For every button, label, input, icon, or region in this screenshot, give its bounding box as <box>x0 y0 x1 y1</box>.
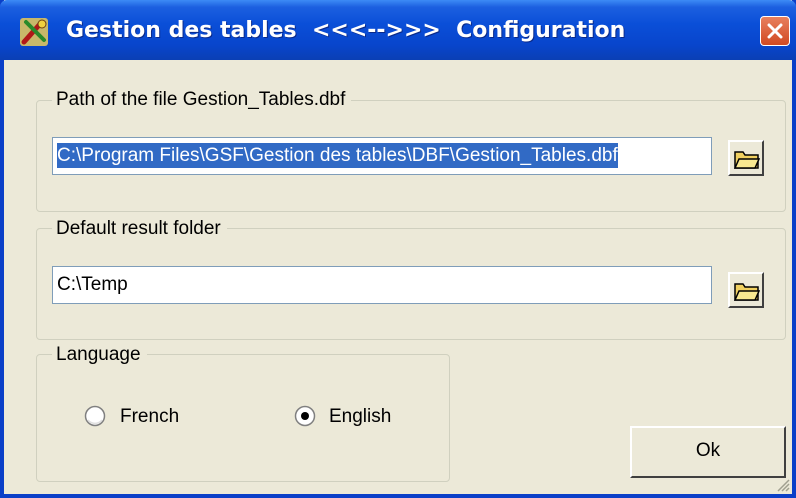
dbf-path-input[interactable]: C:\Program Files\GSF\Gestion des tables\… <box>52 137 712 175</box>
radio-english[interactable] <box>294 405 316 427</box>
window-title: Gestion des tables <<<-->>> Configuratio… <box>66 18 626 43</box>
title-bar[interactable]: Gestion des tables <<<-->>> Configuratio… <box>0 0 796 60</box>
close-button[interactable] <box>760 16 790 46</box>
dbf-path-value: C:\Program Files\GSF\Gestion des tables\… <box>57 143 618 168</box>
radio-french[interactable] <box>84 405 106 427</box>
folder-icon <box>734 151 760 169</box>
folder-icon <box>734 283 760 301</box>
ok-button[interactable]: Ok <box>630 426 786 478</box>
close-icon <box>767 23 783 39</box>
browse-dbf-button[interactable] <box>728 140 764 176</box>
result-folder-group-label: Default result folder <box>52 218 227 240</box>
radio-french-label[interactable]: French <box>120 406 179 428</box>
result-folder-input[interactable]: C:\Temp <box>52 266 712 304</box>
radio-english-dot <box>301 412 309 420</box>
resize-grip-icon[interactable] <box>774 476 790 492</box>
app-tools-icon <box>20 18 48 46</box>
dbf-path-group-label: Path of the file Gestion_Tables.dbf <box>52 89 352 111</box>
browse-result-folder-button[interactable] <box>728 272 764 308</box>
config-dialog: Gestion des tables <<<-->>> Configuratio… <box>0 0 796 498</box>
radio-english-label[interactable]: English <box>329 406 391 428</box>
language-group-label: Language <box>52 344 147 366</box>
